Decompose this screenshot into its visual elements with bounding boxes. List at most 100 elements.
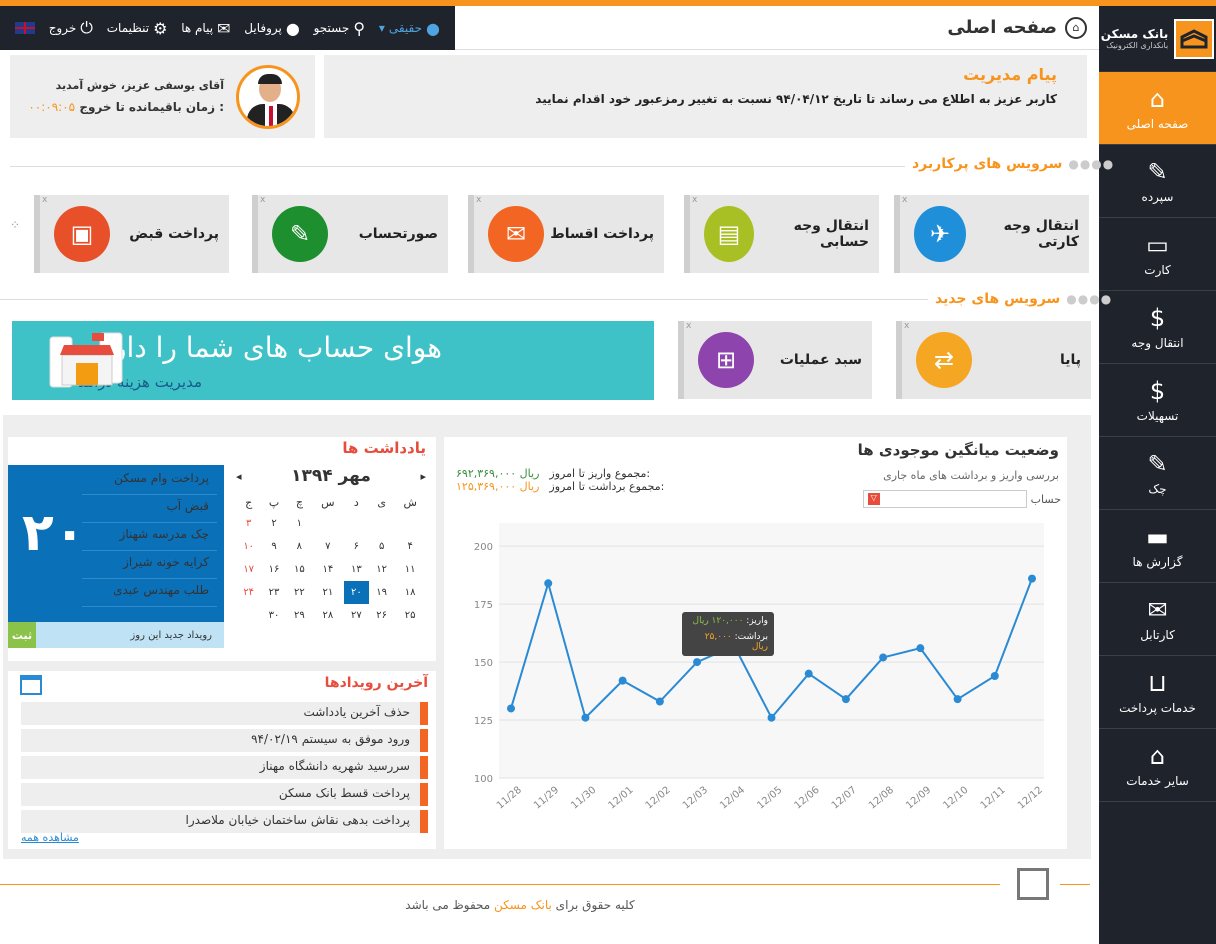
calendar-day[interactable]: ۲۱	[312, 581, 344, 604]
data-point	[879, 653, 888, 662]
calendar-day[interactable]: ۲۸	[312, 604, 344, 627]
sidebar-item-4[interactable]: $ تسهیلات	[1099, 364, 1216, 437]
profile-button[interactable]: پروفایل ●	[244, 19, 300, 38]
calendar-day[interactable]: ۸	[287, 535, 312, 558]
messages-button[interactable]: پیام ها ✉	[181, 19, 230, 38]
service-tile[interactable]: x پایا ⇄	[896, 321, 1091, 399]
avatar[interactable]	[236, 64, 300, 129]
calendar-day[interactable]: ۵	[369, 535, 394, 558]
event-row[interactable]: ورود موفق به سیستم ۹۴/۰۲/۱۹	[21, 729, 428, 752]
card-transfer-icon: ✈	[914, 206, 967, 262]
x-tick-label: 11/28	[495, 785, 524, 812]
service-tile[interactable]: x انتقال وجه حسابی ▤	[684, 195, 879, 273]
calendar-day[interactable]	[344, 512, 369, 535]
user-type-dropdown[interactable]: ▾ حقیقی ●	[379, 19, 440, 38]
sidebar-item-1[interactable]: ✎ سپرده	[1099, 145, 1216, 218]
calendar-day[interactable]: ۲۲	[287, 581, 312, 604]
sidebar-item-label: صفحه اصلی	[1126, 117, 1189, 131]
calendar-day[interactable]: ۲۹	[287, 604, 312, 627]
calendar-day[interactable]	[236, 604, 261, 627]
exit-button[interactable]: خروج ⏻	[49, 18, 93, 38]
calendar-day[interactable]: ۱۳	[344, 558, 369, 581]
close-icon[interactable]: x	[686, 321, 691, 331]
calendar-day[interactable]	[369, 512, 394, 535]
sidebar-item-2[interactable]: ▭ کارت	[1099, 218, 1216, 291]
x-tick-label: 12/05	[755, 785, 784, 812]
calendar-day[interactable]: ۷	[312, 535, 344, 558]
calendar-day[interactable]: ۲۶	[369, 604, 394, 627]
sidebar-item-9[interactable]: ⌂ سایر خدمات	[1099, 729, 1216, 802]
service-tile[interactable]: x صورتحساب ✎	[252, 195, 448, 273]
close-icon[interactable]: x	[42, 195, 47, 205]
calendar-day[interactable]: ۱۵	[287, 558, 312, 581]
close-icon[interactable]: x	[904, 321, 909, 331]
data-point	[990, 672, 999, 680]
close-icon[interactable]: x	[902, 195, 907, 205]
note-item[interactable]: کرایه خونه شیراز	[82, 551, 217, 579]
event-row[interactable]: حذف آخرین یادداشت	[21, 702, 428, 725]
note-item[interactable]: پرداخت وام مسکن	[82, 467, 217, 495]
service-tile[interactable]: x پرداخت قبض ▣	[34, 195, 229, 273]
calendar-day[interactable]: ۹	[261, 535, 286, 558]
service-tile[interactable]: x انتقال وجه کارتی ✈	[894, 195, 1089, 273]
weekday-label: ش	[403, 495, 417, 509]
calendar-day[interactable]: ۱۱	[394, 558, 426, 581]
calendar-day[interactable]: ۲	[261, 512, 286, 535]
service-tile[interactable]: x پرداخت اقساط ✉	[468, 195, 664, 273]
calendar-day[interactable]: ۱۹	[369, 581, 394, 604]
calendar-day[interactable]	[394, 512, 426, 535]
close-icon[interactable]: x	[692, 195, 697, 205]
sidebar-item-7[interactable]: ✉ کارتابل	[1099, 583, 1216, 656]
note-item[interactable]: قبض آب	[82, 495, 217, 523]
new-event-bar[interactable]: رویداد جدید این روز ثبت	[8, 622, 224, 648]
service-tile[interactable]: x سبد عملیات ⊞	[678, 321, 872, 399]
sidebar-item-0[interactable]: ⌂ صفحه اصلی	[1099, 72, 1216, 145]
calendar-day[interactable]: ۱	[287, 512, 312, 535]
calendar-day[interactable]: ۱۴	[312, 558, 344, 581]
settings-button[interactable]: تنظیمات ⚙	[107, 19, 168, 38]
message-title: پیام مدیریت	[963, 65, 1057, 84]
calendar-day[interactable]: ۳۰	[261, 604, 286, 627]
calendar-day[interactable]: ۲۳	[261, 581, 286, 604]
language-switch[interactable]	[14, 22, 35, 34]
service-label: صورتحساب	[358, 226, 438, 242]
tooltip-deposit-label: واریز:	[746, 616, 768, 626]
calendar-day[interactable]: ۱۸	[394, 581, 426, 604]
note-item[interactable]: طلب مهندس عبدی	[82, 579, 217, 607]
calendar-day[interactable]: ۲۴	[236, 581, 261, 604]
line-chart[interactable]: 100 125 150 175 200 11/28 11/29 11/30 12/01 12/02…	[454, 513, 1054, 833]
calendar-day[interactable]: ۱۰	[236, 535, 261, 558]
sidebar-item-8[interactable]: ⊔ خدمات پرداخت	[1099, 656, 1216, 729]
calendar-day[interactable]: ۱۲	[369, 558, 394, 581]
new-event-input[interactable]: رویداد جدید این روز	[130, 630, 212, 641]
calendar-day[interactable]: ۲۰	[343, 581, 370, 604]
promo-banner[interactable]: هوای حساب های شما را داریم مدیریت هزینه …	[12, 321, 654, 400]
search-button[interactable]: جستجو ⚲	[314, 19, 365, 38]
event-row[interactable]: سررسید شهریه دانشگاه مهناز	[21, 756, 428, 779]
calendar-day[interactable]: ۱۶	[261, 558, 286, 581]
view-all-link[interactable]: مشاهده همه	[21, 831, 79, 844]
calendar-day[interactable]: ۲۷	[344, 604, 369, 627]
note-item[interactable]: چک مدرسه شهناز	[82, 523, 217, 551]
home-icon[interactable]: ⌂	[1065, 16, 1087, 39]
calendar-day[interactable]: ۶	[344, 535, 369, 558]
submit-button[interactable]: ثبت	[8, 622, 36, 648]
calendar-day[interactable]: ۲۵	[394, 604, 426, 627]
calendar-day[interactable]: ۴	[394, 535, 426, 558]
copyright-prefix: کلیه حقوق برای	[555, 898, 635, 912]
close-icon[interactable]: x	[476, 195, 481, 205]
event-row[interactable]: پرداخت قسط بانک مسکن	[21, 783, 428, 806]
calendar-day[interactable]	[312, 512, 344, 535]
data-point	[507, 704, 515, 713]
calendar-day[interactable]: ۳	[236, 512, 261, 535]
event-row[interactable]: پرداخت بدهی نقاش ساختمان خیابان ملاصدرا	[21, 810, 428, 833]
account-select[interactable]: ▽	[862, 490, 1027, 508]
calendar-day[interactable]: ۱۷	[236, 558, 261, 581]
chevron-left-icon[interactable]: ◂	[236, 470, 242, 483]
drag-handle-icon[interactable]: ⁘	[10, 218, 20, 232]
sidebar-item-3[interactable]: $ انتقال وجه	[1099, 291, 1216, 364]
close-icon[interactable]: x	[260, 195, 265, 205]
chevron-right-icon[interactable]: ▸	[420, 470, 426, 483]
sidebar-item-6[interactable]: ▬ گزارش ها	[1099, 510, 1216, 583]
sidebar-item-5[interactable]: ✎ چک	[1099, 437, 1216, 510]
